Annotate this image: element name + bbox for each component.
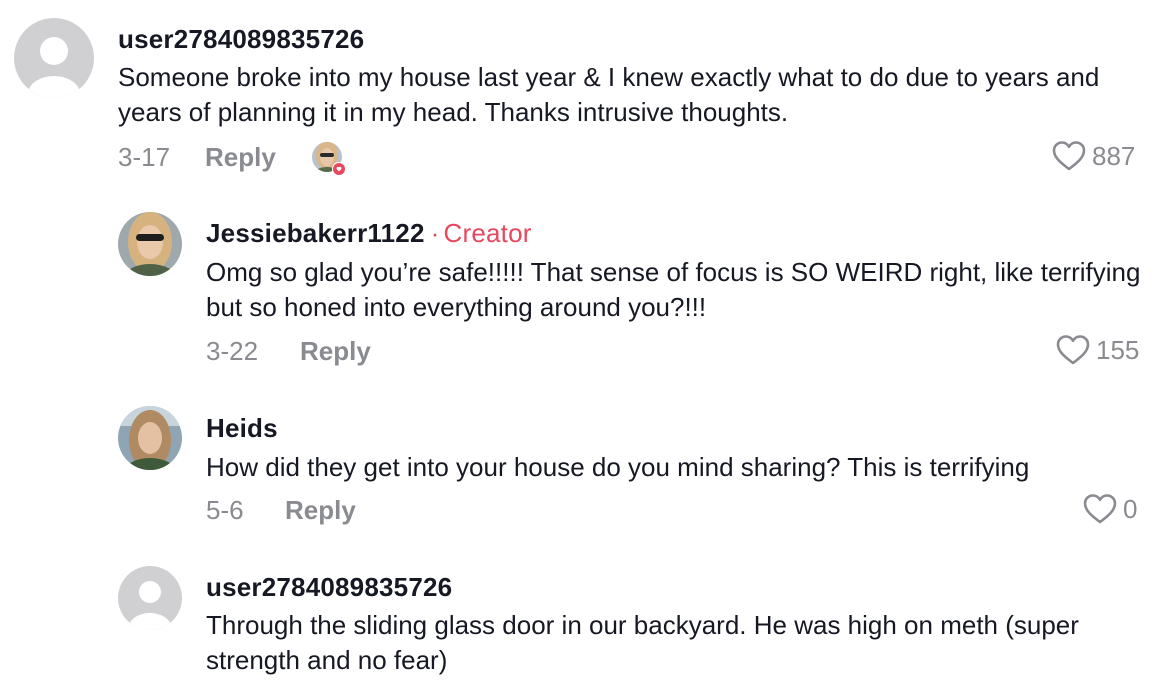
comment-text: Omg so glad you’re safe!!!!! That sense … [206, 257, 1141, 322]
default-avatar-icon[interactable] [118, 566, 182, 630]
comment-username[interactable]: Heids [206, 413, 278, 444]
comment-text: Through the sliding glass door in our ba… [206, 610, 1079, 675]
comment-username[interactable]: Jessiebakerr1122 · Creator [206, 218, 532, 249]
reply-button[interactable]: Reply [285, 495, 356, 526]
comment-text: How did they get into your house do you … [206, 452, 1030, 482]
like-button[interactable]: 0 [1083, 493, 1137, 525]
comment-username[interactable]: user2784089835726 [118, 24, 364, 55]
creator-liked-avatar-icon [311, 141, 346, 176]
like-button[interactable]: 155 [1056, 334, 1139, 366]
comment-username[interactable]: user2784089835726 [206, 572, 452, 603]
heart-outline-icon [1083, 493, 1117, 525]
comment-date: 5-6 [206, 495, 244, 525]
separator-dot: · [430, 218, 440, 248]
like-button[interactable]: 887 [1052, 140, 1135, 172]
like-count: 0 [1123, 493, 1138, 524]
reply-button[interactable]: Reply [205, 142, 276, 173]
username-text[interactable]: Jessiebakerr1122 [206, 218, 425, 248]
like-count: 887 [1092, 140, 1136, 171]
default-avatar-icon[interactable] [14, 18, 94, 98]
comment-date: 3-22 [206, 336, 259, 366]
like-count: 155 [1096, 334, 1140, 365]
user-avatar[interactable] [118, 212, 182, 276]
user-avatar[interactable] [118, 406, 182, 470]
heart-outline-icon [1056, 334, 1090, 366]
heart-outline-icon [1052, 140, 1086, 172]
comment-date: 3-17 [118, 142, 171, 172]
creator-badge: Creator [443, 218, 532, 248]
reply-button[interactable]: Reply [300, 336, 371, 367]
comment-text: Someone broke into my house last year & … [118, 62, 1100, 127]
